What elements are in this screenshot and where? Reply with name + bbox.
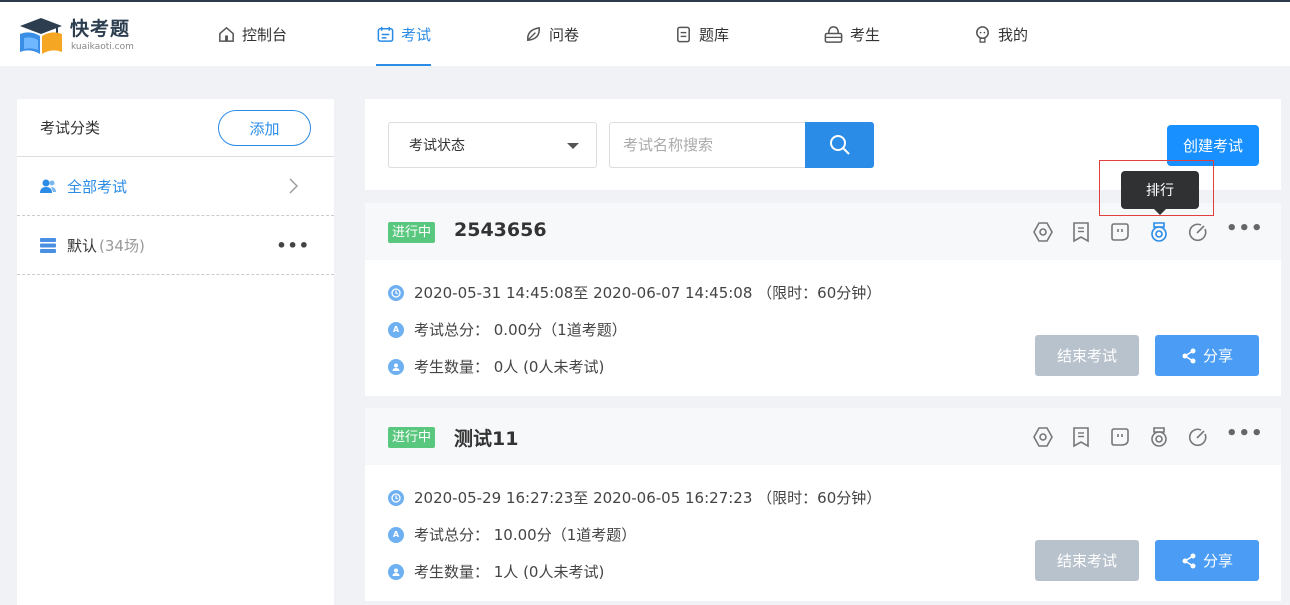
nav-label: 控制台 <box>242 25 288 44</box>
comment-icon[interactable] <box>1108 425 1132 449</box>
person-icon <box>824 25 843 43</box>
examinee-count-text: 考生数量： 1人 (0人未考试) <box>414 563 605 581</box>
search-button[interactable] <box>805 122 874 168</box>
nav-label: 我的 <box>998 25 1029 44</box>
sidebar-item-count: (34场) <box>99 236 145 255</box>
ranking-medal-icon[interactable] <box>1147 220 1171 244</box>
status-badge: 进行中 <box>388 222 436 243</box>
share-icon <box>1182 553 1196 568</box>
nav-mine[interactable]: 我的 <box>973 2 1028 66</box>
bulb-icon <box>976 25 989 43</box>
category-sidebar: 考试分类 添加 全部考试 默认 (34场) ••• <box>17 99 334 605</box>
top-navbar: 快考题 kuaikaoti.com 控制台 考试 问卷 题库 考生 我的 <box>0 0 1290 66</box>
exam-score-text: 考试总分： 10.00分（1道考题） <box>414 526 637 544</box>
statistics-icon[interactable] <box>1186 220 1210 244</box>
exam-status-select[interactable]: 考试状态 <box>388 122 597 168</box>
exam-time-text: 2020-05-31 14:45:08至 2020-06-07 14:45:08… <box>414 284 882 302</box>
leaf-icon <box>527 26 540 41</box>
logo-subtitle: kuaikaoti.com <box>71 42 134 52</box>
more-options-icon[interactable]: ••• <box>1226 423 1264 444</box>
search-icon <box>829 135 850 155</box>
chevron-right-icon <box>289 178 298 194</box>
logo-icon <box>20 18 62 54</box>
comment-icon[interactable] <box>1108 220 1132 244</box>
statistics-icon[interactable] <box>1186 425 1210 449</box>
exam-card: 进行中 2543656 ••• 2020-05-31 14:45:08至 202… <box>365 203 1281 396</box>
more-options-icon[interactable]: ••• <box>1226 218 1264 239</box>
settings-icon[interactable] <box>1031 220 1055 244</box>
share-icon <box>1182 348 1196 363</box>
nav-question-bank[interactable]: 题库 <box>674 2 729 66</box>
users-icon <box>40 179 56 193</box>
exam-title[interactable]: 2543656 <box>454 219 547 241</box>
settings-icon[interactable] <box>1031 425 1055 449</box>
sidebar-item-default[interactable]: 默认 (34场) ••• <box>17 216 334 275</box>
highlight-box <box>1099 160 1214 216</box>
clock-icon <box>388 284 404 301</box>
home-icon <box>219 26 234 42</box>
caret-down-icon <box>567 143 579 149</box>
exam-card: 进行中 测试11 ••• 2020-05-29 16:27:23至 2020-0… <box>365 408 1281 601</box>
bookmark-icon[interactable] <box>1069 220 1093 244</box>
exam-title[interactable]: 测试11 <box>454 424 518 451</box>
exam-time: 2020-05-31 14:45:08至 2020-06-07 14:45:08… <box>388 282 881 303</box>
user-icon <box>388 563 404 580</box>
bookmark-icon[interactable] <box>1069 425 1093 449</box>
more-options-icon[interactable]: ••• <box>276 236 310 255</box>
calendar-icon <box>377 26 394 42</box>
examinee-count: 考生数量： 1人 (0人未考试) <box>388 561 604 582</box>
examinee-count-text: 考生数量： 0人 (0人未考试) <box>414 358 605 376</box>
nav-label: 考试 <box>401 25 432 44</box>
share-button[interactable]: 分享 <box>1155 540 1259 581</box>
nav-survey[interactable]: 问卷 <box>524 2 579 66</box>
share-button[interactable]: 分享 <box>1155 335 1259 376</box>
nav-label: 考生 <box>850 25 881 44</box>
database-icon <box>677 26 690 42</box>
sidebar-item-all-exams[interactable]: 全部考试 <box>17 157 334 216</box>
sidebar-header: 考试分类 添加 <box>17 99 334 157</box>
end-exam-button[interactable]: 结束考试 <box>1035 335 1139 376</box>
score-icon: A <box>388 526 404 543</box>
exam-card-header: 进行中 测试11 ••• <box>365 408 1281 465</box>
select-value: 考试状态 <box>409 138 465 154</box>
exam-time: 2020-05-29 16:27:23至 2020-06-05 16:27:23… <box>388 487 881 508</box>
clock-icon <box>388 489 404 506</box>
score-icon: A <box>388 321 404 338</box>
exam-search-input[interactable] <box>609 122 806 168</box>
share-label: 分享 <box>1202 552 1233 570</box>
nav-exam[interactable]: 考试 <box>376 2 432 66</box>
logo-title: 快考题 <box>70 18 131 40</box>
share-label: 分享 <box>1202 347 1233 365</box>
nav-dashboard[interactable]: 控制台 <box>217 2 287 66</box>
end-exam-button[interactable]: 结束考试 <box>1035 540 1139 581</box>
exam-score: A 考试总分： 10.00分（1道考题） <box>388 524 636 545</box>
exam-score: A 考试总分： 0.00分（1道考题） <box>388 319 627 340</box>
logo[interactable]: 快考题 kuaikaoti.com <box>16 14 146 58</box>
list-icon <box>40 238 56 253</box>
sidebar-item-label: 全部考试 <box>67 177 128 196</box>
ranking-medal-icon[interactable] <box>1147 425 1171 449</box>
sidebar-item-label: 默认 <box>67 236 98 255</box>
user-icon <box>388 358 404 375</box>
status-badge: 进行中 <box>388 427 436 448</box>
nav-label: 题库 <box>699 25 730 44</box>
add-category-button[interactable]: 添加 <box>218 110 311 146</box>
nav-examinee[interactable]: 考生 <box>823 2 880 66</box>
sidebar-title: 考试分类 <box>40 119 101 137</box>
nav-label: 问卷 <box>549 25 580 44</box>
examinee-count: 考生数量： 0人 (0人未考试) <box>388 356 604 377</box>
exam-time-text: 2020-05-29 16:27:23至 2020-06-05 16:27:23… <box>414 489 882 507</box>
exam-score-text: 考试总分： 0.00分（1道考题） <box>414 321 627 339</box>
